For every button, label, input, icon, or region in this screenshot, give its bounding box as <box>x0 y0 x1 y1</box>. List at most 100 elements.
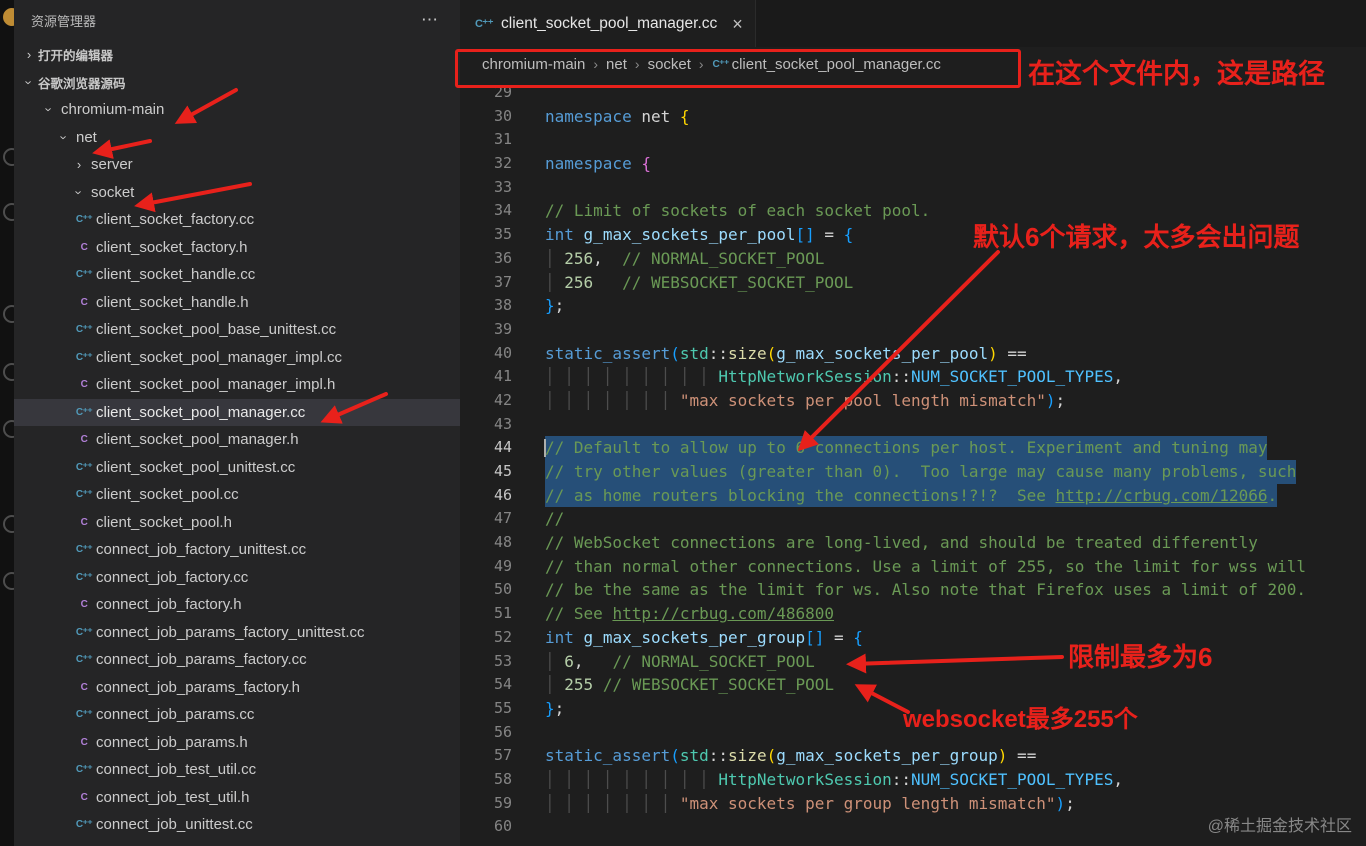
tree-file-client_socket_handle.h[interactable]: Cclient_socket_handle.h <box>14 289 460 317</box>
code-line-48[interactable]: 48 // WebSocket connections are long-live… <box>460 531 1366 555</box>
line-number: 46 <box>493 485 512 504</box>
breadcrumb-item[interactable]: client_socket_pool_manager.cc <box>732 56 941 73</box>
code-token: NUM_SOCKET_POOL_TYPES <box>911 769 1114 789</box>
code-line-32[interactable]: 32 namespace { <box>460 152 1366 176</box>
tree-file-client_socket_pool_manager.h[interactable]: Cclient_socket_pool_manager.h <box>14 426 460 454</box>
code-text: }; <box>545 294 564 318</box>
tree-file-connect_job_params_factory.h[interactable]: Cconnect_job_params_factory.h <box>14 674 460 702</box>
open-editors-section[interactable]: › 打开的编辑器 <box>14 40 460 68</box>
tree-file-connect_job_test_util.h[interactable]: Cconnect_job_test_util.h <box>14 784 460 812</box>
code-line-35[interactable]: 35 int g_max_sockets_per_pool[] = { <box>460 223 1366 247</box>
code-line-44[interactable]: 44 // Default to allow up to 6 connection… <box>460 436 1366 460</box>
close-tab-icon[interactable]: × <box>732 15 743 33</box>
cpp-file-icon: C⁺⁺ <box>75 764 93 776</box>
tree-file-client_socket_pool_base_unittest.cc[interactable]: C⁺⁺ client_socket_pool_base_unittest.cc <box>14 316 460 344</box>
code-line-56[interactable]: 56 <box>460 721 1366 745</box>
code-token: :: <box>891 769 912 789</box>
chevron-down-icon: › <box>41 107 57 112</box>
code-line-33[interactable]: 33 <box>460 176 1366 200</box>
tree-file-connect_job_params_factory_unittest.cc[interactable]: C⁺⁺ connect_job_params_factory_unittest.c… <box>14 619 460 647</box>
tree-file-client_socket_factory.cc[interactable]: C⁺⁺ client_socket_factory.cc <box>14 206 460 234</box>
cpp-file-icon: C⁺⁺ <box>75 489 93 501</box>
code-line-46[interactable]: 46 // as home routers blocking the connec… <box>460 483 1366 508</box>
code-line-51[interactable]: 51 // See http://crbug.com/486800 <box>460 602 1366 626</box>
chevron-right-icon: › <box>26 46 32 62</box>
code-line-30[interactable]: 30 namespace net { <box>460 105 1366 129</box>
code-token: ) <box>1045 390 1056 410</box>
code-line-29[interactable]: 29 <box>460 81 1366 105</box>
tree-file-client_socket_pool_manager_impl.h[interactable]: Cclient_socket_pool_manager_impl.h <box>14 371 460 399</box>
code-line-54[interactable]: 54 │ 255 // WEBSOCKET_SOCKET_POOL <box>460 673 1366 697</box>
code-token: == <box>1007 746 1037 766</box>
code-line-47[interactable]: 47 // <box>460 507 1366 531</box>
tree-file-connect_job_factory.h[interactable]: Cconnect_job_factory.h <box>14 591 460 619</box>
code-line-49[interactable]: 49 // than normal other connections. Use … <box>460 555 1366 579</box>
tree-file-connect_job_params.cc[interactable]: C⁺⁺ connect_job_params.cc <box>14 701 460 729</box>
code-token: net <box>631 106 680 126</box>
code-line-39[interactable]: 39 <box>460 318 1366 342</box>
code-line-37[interactable]: 37 │ 256 // WEBSOCKET_SOCKET_POOL <box>460 271 1366 295</box>
tree-file-connect_job_params_factory.cc[interactable]: C⁺⁺ connect_job_params_factory.cc <box>14 646 460 674</box>
workspace-label: 谷歌浏览器源码 <box>38 76 126 91</box>
tree-file-connect_job_factory.cc[interactable]: C⁺⁺ connect_job_factory.cc <box>14 564 460 592</box>
breadcrumb-item[interactable]: socket <box>648 56 691 73</box>
code-line-45[interactable]: 45 // try other values (greater than 0). … <box>460 460 1366 484</box>
cpp-file-icon: C⁺⁺ <box>75 461 93 473</box>
code-token: g_max_sockets_per_group <box>583 627 806 647</box>
code-line-43[interactable]: 43 <box>460 413 1366 437</box>
line-number: 58 <box>493 769 512 788</box>
tree-folder-net[interactable]: › net <box>14 124 460 152</box>
cpp-file-icon: C⁺⁺ <box>75 544 93 556</box>
tree-file-client_socket_pool.h[interactable]: Cclient_socket_pool.h <box>14 509 460 537</box>
tab-client-socket-pool-manager[interactable]: C⁺⁺ client_socket_pool_manager.cc × <box>460 0 756 47</box>
code-line-53[interactable]: 53 │ 6, // NORMAL_SOCKET_POOL <box>460 650 1366 674</box>
code-line-38[interactable]: 38}; <box>460 294 1366 318</box>
tree-file-client_socket_handle.cc[interactable]: C⁺⁺ client_socket_handle.cc <box>14 261 460 289</box>
line-number: 44 <box>493 438 512 457</box>
code-editor[interactable]: 29 30 namespace net {31 32 namespace {33 34//… <box>460 81 1366 839</box>
tree-file-client_socket_factory.h[interactable]: Cclient_socket_factory.h <box>14 234 460 262</box>
code-line-58[interactable]: 58 │ │ │ │ │ │ │ │ │ HttpNetworkSession::… <box>460 768 1366 792</box>
explorer-title: 资源管理器 <box>31 13 97 29</box>
code-line-55[interactable]: 55}; <box>460 697 1366 721</box>
code-line-34[interactable]: 34 // Limit of sockets of each socket poo… <box>460 199 1366 223</box>
code-line-57[interactable]: 57 static_assert(std::size(g_max_sockets_… <box>460 744 1366 768</box>
tree-file-connect_job_factory_unittest.cc[interactable]: C⁺⁺ connect_job_factory_unittest.cc <box>14 536 460 564</box>
cpp-file-icon: C⁺⁺ <box>75 324 93 336</box>
workspace-section[interactable]: › 谷歌浏览器源码 <box>14 68 460 96</box>
activity-icon-fragment <box>3 363 14 381</box>
more-actions-icon[interactable]: ⋯ <box>421 10 440 30</box>
cpp-file-icon: C⁺⁺ <box>712 58 729 70</box>
tree-file-connect_job_unittest.cc[interactable]: C⁺⁺ connect_job_unittest.cc <box>14 811 460 839</box>
code-token: { <box>853 627 863 647</box>
tree-folder-socket[interactable]: › socket <box>14 179 460 207</box>
tree-folder-server[interactable]: › server <box>14 151 460 179</box>
code-text: // See http://crbug.com/486800 <box>545 602 834 626</box>
code-line-36[interactable]: 36 │ 256, // NORMAL_SOCKET_POOL <box>460 247 1366 271</box>
line-number: 32 <box>493 154 512 173</box>
activity-bar[interactable] <box>0 0 14 846</box>
tree-folder-chromium-main[interactable]: › chromium-main <box>14 96 460 124</box>
line-number: 37 <box>493 272 512 291</box>
breadcrumb-separator-icon: › <box>698 56 704 72</box>
tree-file-client_socket_pool_unittest.cc[interactable]: C⁺⁺ client_socket_pool_unittest.cc <box>14 454 460 482</box>
code-line-50[interactable]: 50 // be the same as the limit for ws. Al… <box>460 578 1366 602</box>
tree-file-client_socket_pool_manager.cc[interactable]: C⁺⁺ client_socket_pool_manager.cc <box>14 398 460 426</box>
tree-file-client_socket_pool.cc[interactable]: C⁺⁺ client_socket_pool.cc <box>14 481 460 509</box>
tree-file-connect_job_params.h[interactable]: Cconnect_job_params.h <box>14 729 460 757</box>
code-token: │ │ │ │ │ │ │ <box>545 390 680 410</box>
code-line-52[interactable]: 52 int g_max_sockets_per_group[] = { <box>460 626 1366 650</box>
tree-file-client_socket_pool_manager_impl.cc[interactable]: C⁺⁺ client_socket_pool_manager_impl.cc <box>14 344 460 372</box>
code-text: // WebSocket connections are long-lived,… <box>545 531 1258 555</box>
code-line-31[interactable]: 31 <box>460 128 1366 152</box>
code-text: │ │ │ │ │ │ │ "max sockets per pool leng… <box>545 389 1065 413</box>
breadcrumb-item[interactable]: chromium-main <box>482 56 585 73</box>
code-line-41[interactable]: 41 │ │ │ │ │ │ │ │ │ HttpNetworkSession::… <box>460 365 1366 389</box>
code-line-40[interactable]: 40 static_assert(std::size(g_max_sockets_… <box>460 342 1366 366</box>
breadcrumb-item[interactable]: net <box>606 56 627 73</box>
code-token: } <box>545 698 555 718</box>
line-number: 54 <box>493 675 512 694</box>
tree-file-connect_job_test_util.cc[interactable]: C⁺⁺ connect_job_test_util.cc <box>14 756 460 784</box>
code-line-42[interactable]: 42 │ │ │ │ │ │ │ "max sockets per pool le… <box>460 389 1366 413</box>
line-number: 57 <box>493 746 512 765</box>
